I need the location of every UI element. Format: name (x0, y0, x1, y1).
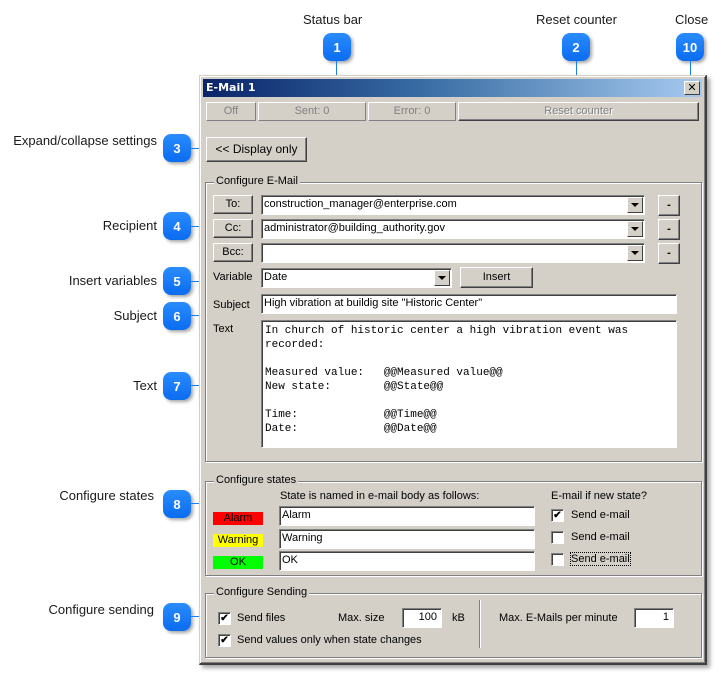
variable-dropdown-button[interactable] (434, 270, 450, 286)
send-email-checkbox-alarm[interactable]: ✔ (551, 509, 564, 522)
callout-badge-4: 4 (163, 212, 191, 240)
email-dialog: E-Mail 1 ✕ Off Sent: 0 Error: 0 Reset co… (199, 75, 707, 665)
max-size-value: 100 (418, 611, 437, 623)
callout-label-configure-sending: Configure sending (48, 602, 154, 617)
send-values-checkbox[interactable]: ✔ (218, 634, 231, 647)
chevron-down-icon (631, 251, 639, 255)
callout-badge-1: 1 (323, 33, 351, 61)
state-name-input-ok[interactable]: OK (279, 551, 535, 571)
title-bar[interactable]: E-Mail 1 ✕ (203, 79, 702, 97)
callout-label-text: Text (133, 378, 157, 393)
bcc-combobox[interactable] (261, 243, 645, 263)
close-icon: ✕ (687, 81, 697, 94)
callout-badge-8: 8 (163, 490, 191, 518)
sending-divider (479, 600, 481, 648)
reset-counter-button[interactable]: Reset counter (458, 102, 699, 121)
max-emails-label: Max. E-Mails per minute (499, 612, 618, 624)
callout-badge-2: 2 (562, 33, 590, 61)
send-files-label: Send files (237, 612, 286, 624)
bcc-remove-button[interactable]: - (658, 243, 680, 264)
max-size-input[interactable]: 100 (402, 608, 442, 628)
send-email-checkbox-ok[interactable] (551, 553, 564, 566)
body-textarea[interactable]: In church of historic center a high vibr… (261, 320, 677, 448)
state-name-value: Alarm (282, 509, 311, 521)
send-email-label-alarm: Send e-mail (571, 509, 630, 521)
status-sent: Sent: 0 (258, 102, 366, 121)
text-label: Text (213, 323, 234, 335)
bcc-button[interactable]: Bcc: (213, 243, 253, 262)
callout-label-expand-collapse: Expand/collapse settings (13, 133, 157, 148)
configure-states-group: Configure states State is named in e-mai… (205, 474, 702, 576)
max-emails-input[interactable]: 1 (634, 608, 674, 628)
bcc-dropdown-button[interactable] (627, 245, 643, 261)
cc-remove-button[interactable]: - (658, 219, 680, 240)
to-remove-button[interactable]: - (658, 195, 680, 216)
callout-badge-10: 10 (676, 33, 704, 61)
callout-label-status-bar: Status bar (303, 12, 363, 27)
callout-label-insert-variables: Insert variables (68, 273, 157, 288)
configure-states-title: Configure states (214, 474, 299, 486)
insert-button[interactable]: Insert (460, 267, 533, 288)
subject-value: High vibration at buildig site "Historic… (264, 297, 483, 309)
to-value: construction_manager@enterprise.com (264, 198, 457, 210)
variable-label: Variable (213, 271, 253, 283)
subject-input[interactable]: High vibration at buildig site "Historic… (261, 294, 677, 314)
callout-label-configure-states: Configure states (59, 488, 154, 503)
chevron-down-icon (631, 203, 639, 207)
cc-button[interactable]: Cc: (213, 219, 253, 238)
configure-email-title: Configure E-Mail (214, 175, 300, 187)
send-values-label: Send values only when state changes (237, 634, 422, 646)
callout-label-subject: Subject (113, 308, 157, 323)
send-email-checkbox-warning[interactable] (551, 531, 564, 544)
state-name-value: Warning (282, 532, 323, 544)
state-swatch-warning: Warning (213, 534, 263, 547)
max-size-label: Max. size (338, 612, 385, 624)
email-if-new-state-header: E-mail if new state? (551, 490, 647, 502)
callout-label-close: Close (675, 12, 709, 27)
configure-sending-group: Configure Sending ✔ Send files Max. size… (205, 586, 702, 658)
close-button[interactable]: ✕ (684, 81, 700, 95)
to-combobox[interactable]: construction_manager@enterprise.com (261, 195, 645, 215)
cc-dropdown-button[interactable] (627, 221, 643, 237)
send-email-label-warning: Send e-mail (571, 531, 630, 543)
max-size-unit: kB (452, 612, 465, 624)
max-emails-value: 1 (662, 611, 669, 623)
callout-badge-9: 9 (163, 603, 191, 631)
variable-combobox[interactable]: Date (261, 268, 452, 288)
state-name-input-alarm[interactable]: Alarm (279, 506, 535, 526)
state-swatch-alarm: Alarm (213, 512, 263, 525)
variable-value: Date (264, 271, 288, 283)
to-button[interactable]: To: (213, 195, 253, 214)
send-email-label-ok: Send e-mail (570, 552, 631, 566)
state-swatch-ok: OK (213, 556, 263, 569)
window-title: E-Mail 1 (206, 81, 256, 94)
callout-badge-5: 5 (163, 267, 191, 295)
chevron-down-icon (438, 276, 446, 280)
callout-badge-6: 6 (163, 302, 191, 330)
configure-sending-title: Configure Sending (214, 586, 310, 598)
cc-combobox[interactable]: administrator@building_authority.gov (261, 219, 645, 239)
callout-badge-3: 3 (163, 134, 191, 162)
configure-email-group: Configure E-Mail To: construction_manage… (205, 175, 702, 462)
callout-badge-7: 7 (163, 372, 191, 400)
state-name-value: OK (282, 554, 298, 566)
cc-value: administrator@building_authority.gov (264, 222, 445, 234)
status-off: Off (206, 102, 256, 121)
callout-label-reset-counter: Reset counter (536, 12, 617, 27)
to-dropdown-button[interactable] (627, 197, 643, 213)
send-files-checkbox[interactable]: ✔ (218, 612, 231, 625)
status-error: Error: 0 (368, 102, 456, 121)
chevron-down-icon (631, 227, 639, 231)
state-name-input-warning[interactable]: Warning (279, 529, 535, 549)
subject-label: Subject (213, 299, 250, 311)
state-naming-header: State is named in e-mail body as follows… (280, 490, 480, 502)
display-only-button[interactable]: << Display only (206, 137, 307, 162)
callout-label-recipient: Recipient (102, 218, 157, 233)
